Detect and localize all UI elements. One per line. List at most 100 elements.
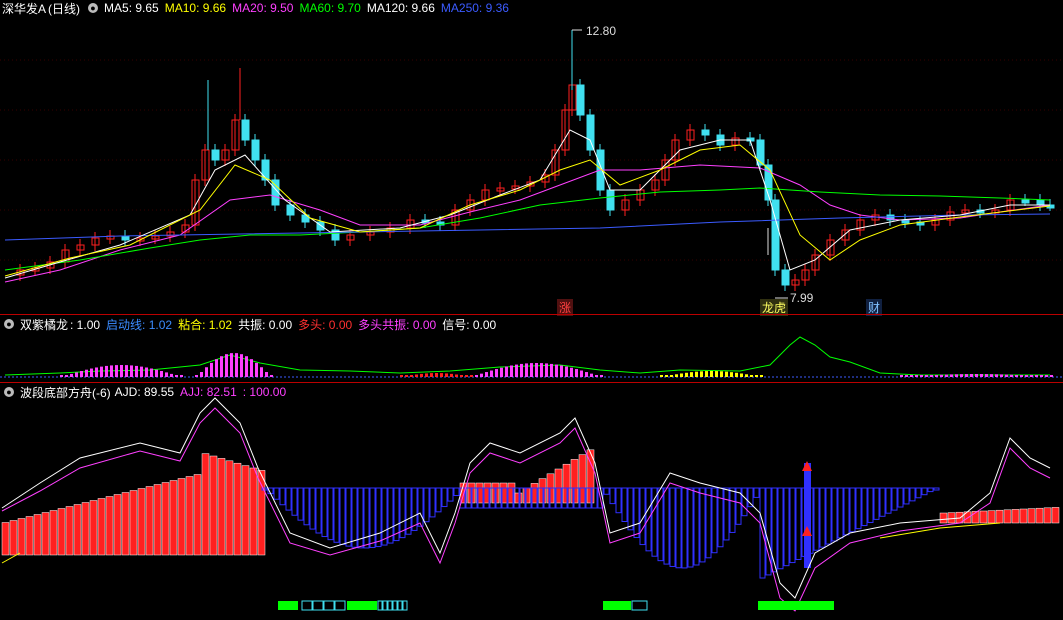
ind2-red-bar [995, 509, 1004, 524]
ind1-bar [1025, 375, 1028, 377]
ind2-red-bar [73, 504, 82, 556]
ind2-value-1: AJJ: 82.51 [180, 385, 237, 399]
ind1-bar [505, 366, 508, 377]
ind2-blue-bar [723, 487, 730, 541]
ind2-strip-block [382, 600, 388, 611]
indicator2-chart[interactable] [0, 383, 1063, 620]
candle-body [211, 149, 220, 161]
ind2-blue-bar [681, 487, 688, 569]
ind1-bar [660, 375, 663, 377]
ind2-blue-bar [825, 487, 832, 545]
ind1-bar [680, 373, 683, 377]
ind2-blue-bar [891, 487, 898, 511]
ind2-blue-bar [915, 487, 922, 499]
ind2-blue-bar [693, 487, 700, 566]
ind1-bar [475, 375, 478, 377]
indicator-panel-2[interactable]: ● 波段底部方舟(-6) AJD: 89.55 AJJ: 82.51: 100.0… [0, 383, 1063, 620]
ind2-blue-bar [309, 487, 316, 530]
ind2-blue-bar [849, 487, 856, 533]
settings-circle-icon[interactable]: ● [4, 387, 14, 397]
ind1-bar [585, 372, 588, 377]
ind1-bar [440, 373, 443, 377]
ind2-blue-bar [855, 487, 862, 530]
ind1-bar [1010, 374, 1013, 377]
ind1-bar [1005, 374, 1008, 377]
ind2-blue-bar [831, 487, 838, 542]
ind2-strip-block [397, 600, 403, 611]
ind1-bar [970, 374, 973, 377]
ind2-red-bar [97, 498, 106, 556]
ma5-line [4, 129, 1050, 279]
ind1-bar [995, 374, 998, 377]
ind1-bar [695, 371, 698, 377]
ind1-bar [405, 375, 408, 377]
ind2-blue-bar [303, 487, 310, 526]
ind2-blue-bar [291, 487, 298, 516]
ma-value-3: MA60: 9.70 [299, 1, 361, 15]
stock-title: 深华发A [2, 1, 47, 16]
ind2-strip-block [377, 600, 383, 611]
ind1-bar [965, 374, 968, 377]
indicator1-values: : 1.00 启动线: 1.02 粘合: 1.02 共振: 0.00 多头: 0.00 多… [70, 316, 502, 333]
ind1-bar [685, 372, 688, 377]
ind1-bar [990, 374, 993, 377]
indicator-panel-1[interactable]: ● 双紫橘龙 : 1.00 启动线: 1.02 粘合: 1.02 共振: 0.00 多头… [0, 315, 1063, 382]
ind2-red-bar [169, 480, 178, 556]
ind1-bar [915, 375, 918, 377]
ind1-bar [950, 374, 953, 377]
ind2-blue-bar [273, 487, 280, 500]
ind1-bar [935, 374, 938, 377]
ind1-bar [520, 363, 523, 377]
ind2-red-bar [249, 467, 258, 556]
ind1-bar [145, 367, 148, 377]
candle-body [1021, 199, 1030, 204]
ind2-blue-bar [783, 487, 790, 567]
ind2-blue-bar [795, 487, 802, 560]
ind1-bar [160, 371, 163, 377]
ind1-bar [100, 366, 103, 377]
ind1-bar [750, 375, 753, 377]
ind1-bar [90, 368, 93, 377]
ind2-blue-bar [867, 487, 874, 523]
ind1-bar [725, 371, 728, 377]
indicator1-title: 双紫橘龙 [20, 317, 69, 332]
ind1-bar [110, 365, 113, 377]
ind1-bar [975, 374, 978, 377]
ind1-bar [135, 365, 138, 377]
ind1-bar [510, 365, 513, 377]
ind1-bar [400, 375, 403, 377]
ind1-bar [955, 374, 958, 377]
ind2-blue-bar [789, 487, 796, 564]
ind2-red-bar [987, 510, 996, 524]
ind2-red-bar [241, 465, 250, 556]
ind1-bar [550, 363, 553, 377]
ind1-bar [930, 375, 933, 377]
ind2-red-bar [257, 470, 266, 556]
price-panel[interactable]: 深华发A (日线) ● MA5: 9.65 MA10: 9.66 MA20: 9.5… [0, 0, 1063, 316]
ind2-blue-bar [741, 487, 748, 517]
ind2-blue-bar [375, 487, 382, 548]
ind1-bar [75, 372, 78, 377]
candlestick-chart[interactable] [0, 0, 1063, 314]
settings-circle-icon[interactable]: ● [4, 319, 14, 329]
ind1-bar [95, 367, 98, 377]
ind1-bar [240, 354, 243, 377]
ma-value-5: MA250: 9.36 [440, 1, 509, 15]
ind1-bar [220, 356, 223, 377]
ind2-red-bar [217, 458, 226, 556]
ind1-bar [1050, 375, 1053, 377]
ind2-red-bar [233, 462, 242, 556]
ind2-blue-bar [327, 487, 334, 541]
candle-body [576, 84, 585, 116]
ind2-strip-block [301, 600, 313, 611]
candle-body [1036, 199, 1045, 206]
ind2-strip-block [347, 601, 377, 610]
ind1-bar [445, 373, 448, 377]
ind1-bar [1040, 375, 1043, 377]
candle-body [606, 189, 615, 211]
ind2-blue-bar [897, 487, 904, 508]
ind1-bar [980, 374, 983, 377]
ind1-bar [760, 375, 763, 377]
ind1-bar [1020, 375, 1023, 377]
settings-circle-icon[interactable]: ● [88, 3, 99, 13]
